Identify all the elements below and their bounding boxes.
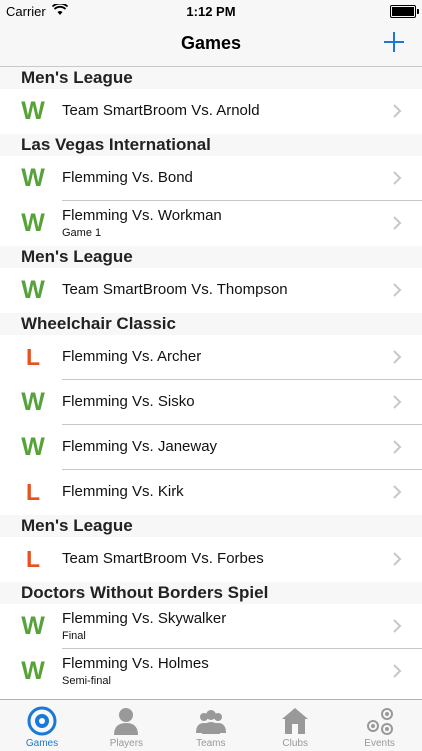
chevron-right-icon [392,484,402,500]
game-row[interactable]: W Flemming Vs. Bond [0,156,422,201]
chevron-right-icon [392,663,402,679]
game-title: Flemming Vs. Skywalker [62,610,227,627]
people-icon [195,706,226,736]
win-icon: W [21,164,45,192]
loss-icon: L [25,479,41,505]
game-row[interactable]: W Team SmartBroom Vs. Arnold [0,89,422,134]
game-title: Flemming Vs. Workman [62,207,222,224]
tab-teams[interactable]: Teams [169,700,253,751]
section-header: Las Vegas International [0,134,422,156]
game-title: Flemming Vs. Kirk [62,483,184,500]
games-list[interactable]: Men's League W Team SmartBroom Vs. Arnold L… [0,67,422,698]
navigation-bar: Games [0,22,422,67]
tab-label: Clubs [282,738,308,749]
game-title: Team SmartBroom Vs. Arnold [62,102,260,119]
game-title: Flemming Vs. Archer [62,348,202,365]
section-header: Men's League [0,67,422,89]
game-row[interactable]: W Team SmartBroom Vs. Thompson [0,268,422,313]
chevron-right-icon [392,618,402,634]
section-header: Men's League [0,515,422,537]
chevron-right-icon [392,282,402,298]
game-title: Team SmartBroom Vs. Thompson [62,281,288,298]
win-icon: W [21,433,45,461]
game-row[interactable]: L Team SmartBroom Vs. Forbes [0,537,422,582]
chevron-right-icon [392,103,402,119]
game-subtitle: Final [62,630,86,642]
game-row[interactable]: W Flemming Vs. Skywalker Final [0,604,422,649]
tab-events[interactable]: Events [338,700,422,751]
loss-icon: L [25,546,41,572]
chevron-right-icon [392,439,402,455]
game-title: Flemming Vs. Bond [62,169,193,186]
page-title: Games [180,33,242,53]
battery-icon [390,5,419,18]
section-header: Doctors Without Borders Spiel [0,582,422,604]
section-header: Men's League [0,246,422,268]
game-row[interactable]: W Flemming Vs. Janeway [0,425,422,470]
win-icon: W [21,209,45,237]
game-row[interactable]: L Flemming Vs. Archer [0,335,422,380]
game-subtitle: Semi-final [62,675,111,687]
clock: 1:12 PM [186,4,236,19]
person-icon [111,706,141,736]
tab-label: Teams [196,738,226,749]
game-row[interactable]: W Flemming Vs. Workman Game 1 [0,201,422,246]
house-icon [280,706,310,736]
tab-label: Events [364,738,395,749]
game-title: Flemming Vs. Janeway [62,438,218,455]
game-row[interactable]: L Flemming Vs. Kirk [0,470,422,515]
chevron-right-icon [392,394,402,410]
stones-icon [365,706,395,736]
section-header: Wheelchair Classic [0,313,422,335]
chevron-right-icon [392,551,402,567]
tab-bar: Games Players Teams Clubs Events [0,699,422,751]
target-icon [27,706,57,736]
win-icon: W [21,276,45,304]
game-title: Flemming Vs. Holmes [62,655,209,672]
chevron-right-icon [392,215,402,231]
win-icon: W [21,388,45,416]
game-title: Team SmartBroom Vs. Forbes [62,550,264,567]
loss-icon: L [25,344,41,370]
tab-games[interactable]: Games [0,700,84,751]
game-row[interactable]: W Flemming Vs. Holmes Semi-final [0,649,422,694]
add-icon[interactable] [380,28,408,56]
game-title: Flemming Vs. Sisko [62,393,195,410]
win-icon: W [21,657,45,685]
chevron-right-icon [392,349,402,365]
game-subtitle: Game 1 [62,227,102,239]
tab-clubs[interactable]: Clubs [253,700,337,751]
game-row[interactable]: W Flemming Vs. Sisko [0,380,422,425]
chevron-right-icon [392,170,402,186]
status-bar: Carrier 1:12 PM [0,0,422,22]
win-icon: W [21,97,45,125]
tab-label: Games [25,738,59,749]
tab-label: Players [109,738,144,749]
win-icon: W [21,612,45,640]
tab-players[interactable]: Players [84,700,168,751]
